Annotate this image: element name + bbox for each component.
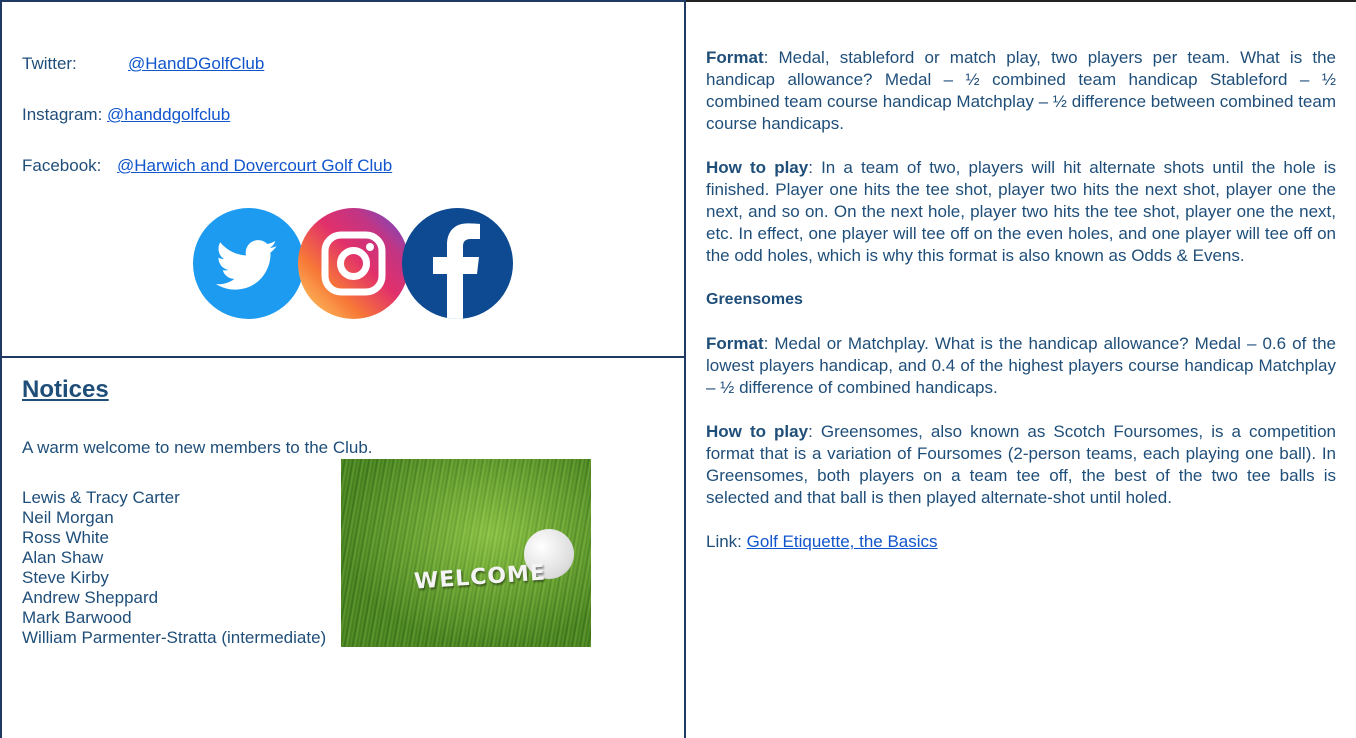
left-panel-border-left [0, 0, 2, 738]
greensomes-heading-text: Greensomes [706, 291, 803, 308]
notices-title: Notices [22, 376, 109, 403]
instagram-icon[interactable] [298, 208, 409, 319]
welcome-text: A warm welcome to new members to the Clu… [22, 438, 373, 457]
greensomes-format-text: : Medal or Matchplay. What is the handic… [706, 334, 1336, 397]
facebook-row: Facebook: @Harwich and Dovercourt Golf Cl… [22, 155, 392, 177]
facebook-link[interactable]: @Harwich and Dovercourt Golf Club [117, 156, 392, 175]
list-item: Steve Kirby [22, 568, 109, 587]
foursomes-format-paragraph: Format: Medal, stableford or match play,… [706, 47, 1336, 135]
greensomes-format-paragraph: Format: Medal or Matchplay. What is the … [706, 333, 1336, 399]
member-list: Lewis & Tracy Carter Neil Morgan Ross Wh… [22, 488, 326, 648]
list-item: Mark Barwood [22, 608, 132, 627]
list-item: Alan Shaw [22, 548, 104, 567]
facebook-icon[interactable] [402, 208, 513, 319]
how-to-play-label: How to play [706, 422, 809, 441]
golf-etiquette-link[interactable]: Golf Etiquette, the Basics [747, 532, 938, 551]
twitter-row: Twitter: @HandDGolfClub [22, 53, 264, 75]
format-label: Format [706, 334, 764, 353]
facebook-label: Facebook: [22, 156, 102, 175]
how-to-play-label: How to play [706, 158, 809, 177]
right-panel-border-top [686, 0, 1356, 2]
list-item: Lewis & Tracy Carter [22, 488, 180, 507]
list-item: William Parmenter-Stratta (intermediate) [22, 628, 327, 647]
twitter-icon[interactable] [193, 208, 304, 319]
instagram-label: Instagram: [22, 105, 103, 124]
left-panel-border-top [0, 0, 685, 2]
twitter-label: Twitter: [22, 54, 77, 73]
greensomes-heading: Greensomes [706, 289, 1336, 311]
link-paragraph: Link: Golf Etiquette, the Basics [706, 531, 1336, 553]
link-label: Link: [706, 532, 747, 551]
foursomes-format-text: : Medal, stableford or match play, two p… [706, 48, 1337, 133]
foursomes-play-paragraph: How to play: In a team of two, players w… [706, 157, 1336, 267]
twitter-link[interactable]: @HandDGolfClub [128, 54, 264, 73]
list-item: Neil Morgan [22, 508, 114, 527]
list-item: Ross White [22, 528, 109, 547]
right-column: Format: Medal, stableford or match play,… [706, 47, 1336, 553]
list-item: Andrew Sheppard [22, 588, 159, 607]
welcome-image: WELCOME [341, 459, 591, 647]
instagram-link[interactable]: @handdgolfclub [107, 105, 230, 124]
greensomes-play-paragraph: How to play: Greensomes, also known as S… [706, 421, 1336, 509]
instagram-row: Instagram: @handdgolfclub [22, 104, 230, 126]
format-label: Format [706, 48, 764, 67]
section-divider [0, 356, 685, 358]
panel-divider [684, 0, 686, 738]
